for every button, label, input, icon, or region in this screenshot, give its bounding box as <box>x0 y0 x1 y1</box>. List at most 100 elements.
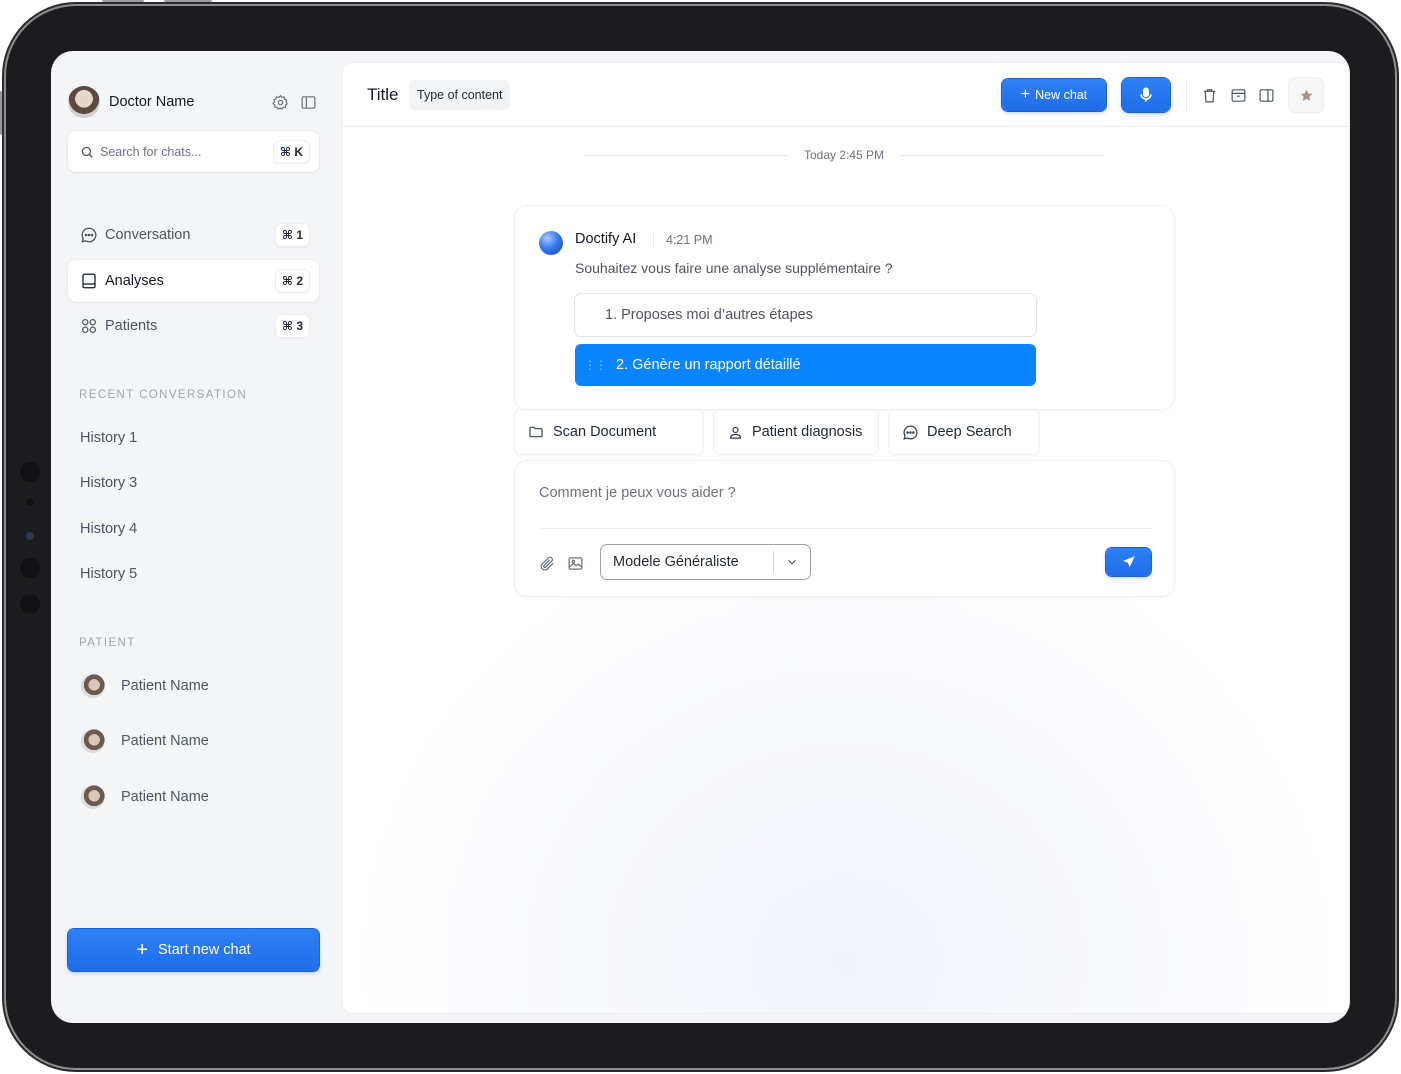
settings-gear-icon[interactable] <box>268 90 292 114</box>
history-list: History 1 History 3 History 4 History 5 <box>80 415 310 597</box>
history-item[interactable]: History 1 <box>80 415 310 461</box>
patient-name: Patient Name <box>121 733 209 750</box>
trash-icon[interactable] <box>1197 83 1221 107</box>
patient-name: Patient Name <box>121 677 209 694</box>
separator-line <box>584 154 788 156</box>
doctor-name: Doctor Name <box>109 94 195 110</box>
date-separator-text: Today 2:45 PM <box>803 148 885 162</box>
book-icon <box>80 272 98 290</box>
ai-sender-name: Doctify AI <box>575 231 637 247</box>
ai-avatar <box>539 231 563 255</box>
nav-item-analyses[interactable]: Analyses ⌘ 2 <box>68 259 319 302</box>
microphone-button[interactable] <box>1122 78 1170 112</box>
doctor-avatar[interactable] <box>68 86 100 118</box>
top-button-right <box>164 0 212 2</box>
patient-list: Patient Name Patient Name Patient Name <box>81 658 311 825</box>
send-button[interactable] <box>1106 548 1151 576</box>
side-button <box>0 91 2 135</box>
option-label: 2. Génère un rapport détaillé <box>616 357 801 373</box>
sidebar-toggle-icon[interactable] <box>1254 83 1278 107</box>
patient-item[interactable]: Patient Name <box>81 769 311 825</box>
ai-message-card: Doctify AI 4:21 PM Souhaitez vous faire … <box>515 206 1174 409</box>
paperclip-icon[interactable] <box>537 553 557 573</box>
patient-diagnosis-chip[interactable]: Patient diagnosis <box>714 410 878 454</box>
folder-icon <box>527 423 545 441</box>
plus-icon: + <box>136 939 148 961</box>
tablet-frame: Doctor Name ⌘ K Conversation <box>0 0 1395 1068</box>
main-nav: Conversation ⌘ 1 Analyses ⌘ 2 Patients ⌘… <box>68 214 319 351</box>
patient-name: Patient Name <box>121 788 209 805</box>
main-panel: Title Type of content + New chat Today 2… <box>343 63 1349 1013</box>
history-item[interactable]: History 3 <box>80 461 310 507</box>
page-title: Title <box>367 85 399 104</box>
deep-search-chip[interactable]: Deep Search <box>889 410 1039 454</box>
patient-item[interactable]: Patient Name <box>81 714 311 770</box>
message-composer: Modele Généraliste <box>515 461 1174 596</box>
camera-dot <box>26 532 34 540</box>
sender-divider <box>653 232 654 248</box>
search-box[interactable]: ⌘ K <box>68 131 319 172</box>
chip-label: Scan Document <box>553 424 657 440</box>
image-icon[interactable] <box>565 553 585 573</box>
history-item[interactable]: History 5 <box>80 552 310 598</box>
favorite-button[interactable] <box>1289 78 1323 112</box>
chat-bubble-icon <box>901 423 919 441</box>
history-item[interactable]: History 4 <box>80 506 310 552</box>
archive-icon[interactable] <box>1226 83 1250 107</box>
patient-item[interactable]: Patient Name <box>81 658 311 714</box>
start-new-chat-label: Start new chat <box>158 942 251 958</box>
date-separator: Today 2:45 PM <box>584 145 1105 165</box>
separator-line <box>900 154 1105 156</box>
toolbar-divider <box>1186 79 1187 111</box>
chat-bubble-icon <box>80 226 98 244</box>
sidebar: Doctor Name ⌘ K Conversation <box>51 51 341 1023</box>
nav-item-patients[interactable]: Patients ⌘ 3 <box>68 305 319 347</box>
recent-conversation-heading: RECENT CONVERSATION <box>79 389 248 401</box>
star-icon <box>1300 89 1312 101</box>
new-chat-button[interactable]: + New chat <box>1002 79 1106 111</box>
screen: Doctor Name ⌘ K Conversation <box>51 51 1350 1023</box>
search-icon <box>81 146 93 158</box>
new-chat-label: New chat <box>1035 88 1088 102</box>
message-time: 4:21 PM <box>666 233 713 247</box>
search-shortcut: ⌘ K <box>273 140 309 163</box>
nav-shortcut: ⌘ 3 <box>275 315 309 337</box>
person-icon <box>726 423 744 441</box>
search-input[interactable] <box>100 144 274 159</box>
microphone-icon <box>1140 87 1152 102</box>
message-input[interactable] <box>539 485 1151 515</box>
camera-dot <box>20 558 40 578</box>
camera-dot <box>26 498 34 506</box>
camera-dot <box>20 462 40 482</box>
nav-item-conversation[interactable]: Conversation ⌘ 1 <box>68 214 319 256</box>
chip-label: Deep Search <box>927 424 1012 440</box>
drag-handle-icon[interactable]: ⋮⋮ <box>584 358 607 372</box>
patient-heading: PATIENT <box>79 637 136 649</box>
nav-label: Patients <box>105 318 158 334</box>
grid-circles-icon <box>80 317 98 335</box>
send-icon <box>1122 556 1135 568</box>
chip-label: Patient diagnosis <box>752 424 863 440</box>
content-type-badge: Type of content <box>409 80 511 110</box>
composer-divider <box>539 528 1151 529</box>
suggestion-option[interactable]: 1. Proposes moi d’autres étapes <box>575 294 1036 336</box>
sidebar-panel-icon[interactable] <box>296 90 320 114</box>
scan-document-chip[interactable]: Scan Document <box>515 410 703 454</box>
message-text: Souhaitez vous faire une analyse supplém… <box>575 260 893 276</box>
chevron-down-icon <box>774 555 810 569</box>
option-label: 1. Proposes moi d’autres étapes <box>605 307 813 323</box>
nav-shortcut: ⌘ 2 <box>275 269 309 292</box>
nav-label: Conversation <box>105 227 191 243</box>
patient-avatar <box>81 673 105 698</box>
patient-avatar <box>81 784 105 809</box>
start-new-chat-button[interactable]: + Start new chat <box>68 929 319 971</box>
plus-icon: + <box>1020 86 1031 103</box>
nav-shortcut: ⌘ 1 <box>275 224 309 246</box>
camera-dot <box>20 594 40 614</box>
profile-header: Doctor Name <box>68 86 320 118</box>
patient-avatar <box>81 729 105 754</box>
model-select[interactable]: Modele Généraliste <box>601 545 810 579</box>
suggestion-option-selected[interactable]: ⋮⋮ 2. Génère un rapport détaillé <box>575 344 1036 386</box>
top-bar: Title Type of content + New chat <box>343 63 1349 127</box>
top-button-left <box>102 0 144 2</box>
